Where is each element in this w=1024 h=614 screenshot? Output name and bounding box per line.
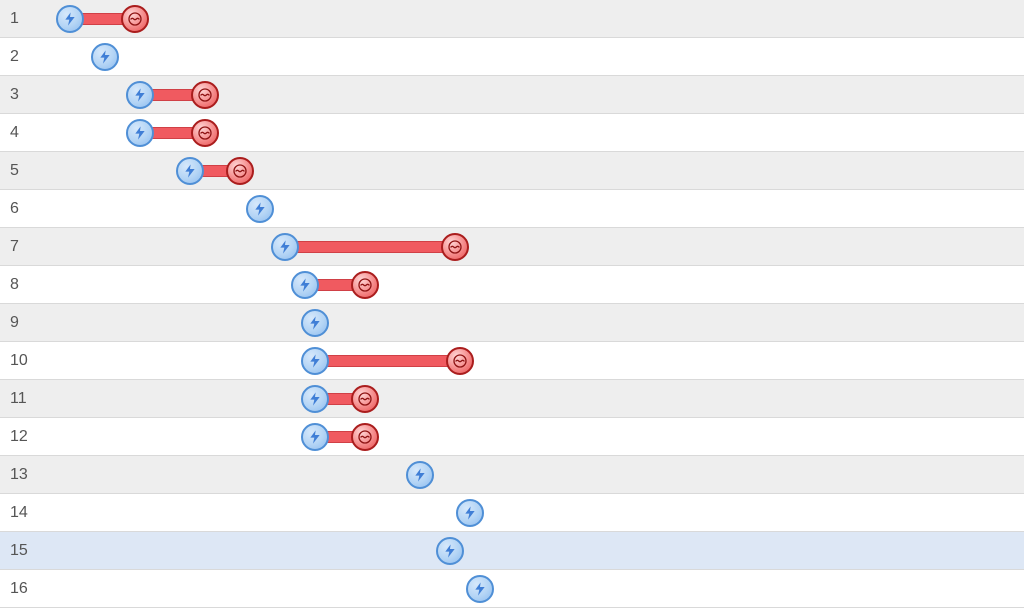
- row-track: [40, 76, 1024, 113]
- lightning-icon[interactable]: [301, 309, 329, 337]
- row-track: [40, 38, 1024, 75]
- timeline-row: 11: [0, 380, 1024, 418]
- row-track: [40, 570, 1024, 607]
- face-icon[interactable]: [351, 271, 379, 299]
- lightning-icon[interactable]: [301, 423, 329, 451]
- row-track: [40, 228, 1024, 265]
- lightning-icon[interactable]: [56, 5, 84, 33]
- row-number-label: 7: [0, 238, 40, 256]
- timeline-row: 7: [0, 228, 1024, 266]
- row-track: [40, 114, 1024, 151]
- face-icon[interactable]: [351, 385, 379, 413]
- row-number-label: 9: [0, 314, 40, 332]
- lightning-icon[interactable]: [126, 119, 154, 147]
- timeline-row: 2: [0, 38, 1024, 76]
- timeline-row: 16: [0, 570, 1024, 608]
- lightning-icon[interactable]: [466, 575, 494, 603]
- row-number-label: 1: [0, 10, 40, 28]
- lightning-icon[interactable]: [91, 43, 119, 71]
- face-icon[interactable]: [121, 5, 149, 33]
- timeline-row: 15: [0, 532, 1024, 570]
- lightning-icon[interactable]: [456, 499, 484, 527]
- row-track: [40, 494, 1024, 531]
- row-track: [40, 380, 1024, 417]
- lightning-icon[interactable]: [301, 385, 329, 413]
- lightning-icon[interactable]: [291, 271, 319, 299]
- row-number-label: 5: [0, 162, 40, 180]
- timeline-row: 4: [0, 114, 1024, 152]
- timeline-row: 13: [0, 456, 1024, 494]
- timeline-row: 3: [0, 76, 1024, 114]
- duration-bar: [315, 355, 460, 367]
- face-icon[interactable]: [441, 233, 469, 261]
- timeline-row: 1: [0, 0, 1024, 38]
- row-track: [40, 266, 1024, 303]
- row-track: [40, 418, 1024, 455]
- lightning-icon[interactable]: [436, 537, 464, 565]
- timeline-chart: 12345678910111213141516: [0, 0, 1024, 608]
- timeline-row: 9: [0, 304, 1024, 342]
- row-number-label: 12: [0, 428, 40, 446]
- lightning-icon[interactable]: [271, 233, 299, 261]
- row-number-label: 8: [0, 276, 40, 294]
- lightning-icon[interactable]: [246, 195, 274, 223]
- row-track: [40, 152, 1024, 189]
- lightning-icon[interactable]: [176, 157, 204, 185]
- row-track: [40, 342, 1024, 379]
- row-number-label: 3: [0, 86, 40, 104]
- face-icon[interactable]: [351, 423, 379, 451]
- face-icon[interactable]: [191, 81, 219, 109]
- row-number-label: 14: [0, 504, 40, 522]
- row-number-label: 15: [0, 542, 40, 560]
- duration-bar: [285, 241, 455, 253]
- row-track: [40, 304, 1024, 341]
- face-icon[interactable]: [446, 347, 474, 375]
- timeline-row: 8: [0, 266, 1024, 304]
- lightning-icon[interactable]: [406, 461, 434, 489]
- timeline-row: 10: [0, 342, 1024, 380]
- row-number-label: 2: [0, 48, 40, 66]
- row-track: [40, 456, 1024, 493]
- row-number-label: 13: [0, 466, 40, 484]
- face-icon[interactable]: [191, 119, 219, 147]
- timeline-row: 12: [0, 418, 1024, 456]
- row-number-label: 11: [0, 390, 40, 408]
- timeline-row: 5: [0, 152, 1024, 190]
- lightning-icon[interactable]: [126, 81, 154, 109]
- row-number-label: 4: [0, 124, 40, 142]
- row-number-label: 16: [0, 580, 40, 598]
- row-track: [40, 532, 1024, 569]
- timeline-row: 14: [0, 494, 1024, 532]
- row-track: [40, 190, 1024, 227]
- timeline-row: 6: [0, 190, 1024, 228]
- lightning-icon[interactable]: [301, 347, 329, 375]
- face-icon[interactable]: [226, 157, 254, 185]
- row-number-label: 6: [0, 200, 40, 218]
- row-number-label: 10: [0, 352, 40, 370]
- row-track: [40, 0, 1024, 37]
